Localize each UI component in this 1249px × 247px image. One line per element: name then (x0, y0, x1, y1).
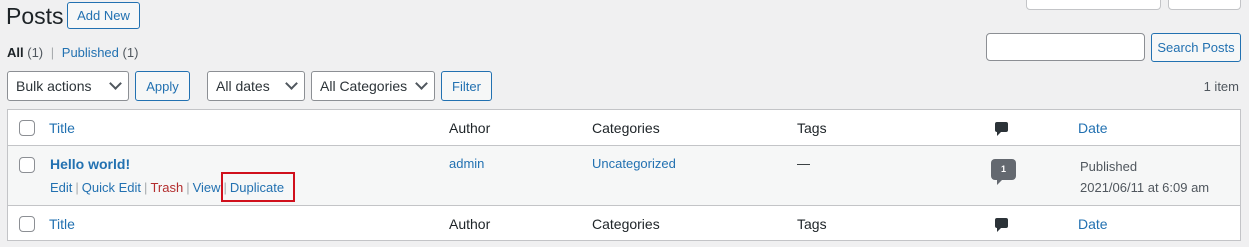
table-header-row: Title Author Categories Tags Date (8, 110, 1240, 146)
screen-options-tab[interactable] (1026, 0, 1161, 10)
dates-filter-value: All dates (216, 78, 270, 94)
column-title-sort[interactable]: Title (49, 120, 75, 136)
row-checkbox[interactable] (19, 157, 35, 173)
filter-button[interactable]: Filter (441, 71, 492, 101)
categories-filter-select[interactable]: All Categories (311, 71, 435, 101)
view-published-count: (1) (122, 45, 139, 60)
view-all-count: (1) (27, 45, 44, 60)
tags-cell: — (797, 156, 810, 171)
edit-link[interactable]: Edit (50, 180, 72, 195)
add-new-button[interactable]: Add New (67, 2, 140, 29)
view-published-link[interactable]: Published (62, 45, 119, 60)
post-title-link[interactable]: Hello world! (50, 156, 130, 172)
column-categories-footer: Categories (592, 216, 660, 232)
chevron-down-icon (109, 77, 122, 90)
table-footer-row: Title Author Categories Tags Date (8, 205, 1240, 241)
duplicate-highlight-box (221, 172, 295, 202)
column-author-footer: Author (449, 216, 491, 232)
view-separator: | (50, 45, 55, 60)
search-posts-button[interactable]: Search Posts (1151, 33, 1241, 62)
chevron-down-icon (415, 77, 428, 90)
search-input[interactable] (986, 33, 1145, 61)
categories-filter-value: All Categories (320, 78, 408, 94)
date-status: Published (1080, 159, 1138, 174)
view-all-link[interactable]: All (7, 45, 24, 60)
view-link[interactable]: View (193, 180, 221, 195)
quick-edit-link[interactable]: Quick Edit (82, 180, 141, 195)
apply-button[interactable]: Apply (135, 71, 190, 101)
column-tags-footer: Tags (797, 216, 827, 232)
dates-filter-select[interactable]: All dates (207, 71, 305, 101)
select-all-checkbox-footer[interactable] (19, 216, 35, 232)
items-count: 1 item (1203, 79, 1239, 94)
help-tab[interactable] (1168, 0, 1241, 10)
column-author: Author (449, 120, 491, 136)
table-row: Hello world! Edit | Quick Edit | Trash | View |… (8, 146, 1240, 205)
select-all-checkbox[interactable] (19, 120, 35, 136)
author-link[interactable]: admin (449, 156, 484, 171)
trash-link[interactable]: Trash (150, 180, 183, 195)
post-status-views: All (1) | Published (1) (7, 45, 138, 60)
bulk-actions-select[interactable]: Bulk actions (7, 71, 129, 101)
date-value: 2021/06/11 at 6:09 am (1080, 180, 1210, 195)
comment-icon[interactable] (995, 122, 1008, 136)
column-title-sort-footer[interactable]: Title (49, 216, 75, 232)
comment-count-badge[interactable]: 1 (991, 159, 1016, 185)
category-link[interactable]: Uncategorized (592, 156, 676, 171)
bulk-actions-value: Bulk actions (16, 78, 92, 94)
page-title: Posts (6, 3, 64, 29)
comment-icon[interactable] (995, 218, 1008, 232)
chevron-down-icon (285, 77, 298, 90)
posts-table: Title Author Categories Tags Date Hello … (7, 109, 1241, 241)
column-categories: Categories (592, 120, 660, 136)
date-cell: Published 2021/06/11 at 6:09 am (1080, 156, 1209, 198)
column-date-sort[interactable]: Date (1078, 120, 1108, 136)
column-tags: Tags (797, 120, 827, 136)
column-date-sort-footer[interactable]: Date (1078, 216, 1108, 232)
